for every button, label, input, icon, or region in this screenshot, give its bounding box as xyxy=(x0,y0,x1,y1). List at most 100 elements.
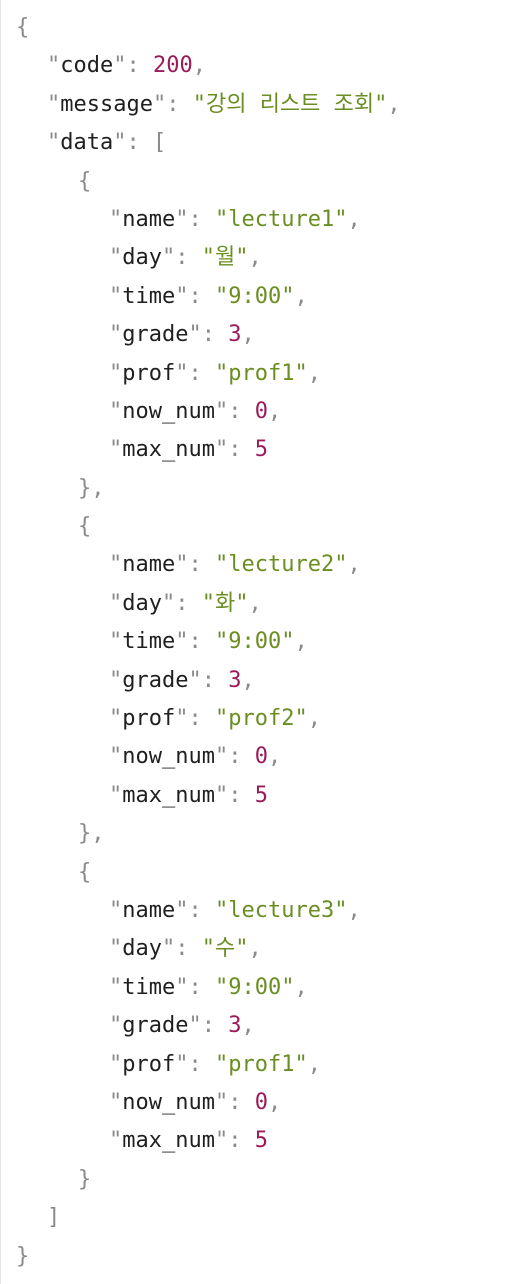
json-key: day xyxy=(122,936,162,962)
open-bracket: [ xyxy=(152,130,167,156)
item-close-line: } xyxy=(16,1161,401,1199)
quote-mark: " xyxy=(47,91,61,117)
field-prof-line: "prof": "prof1", xyxy=(16,355,401,393)
json-key: grade xyxy=(122,667,189,693)
quote-mark: " xyxy=(109,398,123,424)
close-brace: } xyxy=(16,1243,30,1269)
quote-mark: " xyxy=(334,552,348,578)
quote-mark: " xyxy=(109,245,123,271)
colon: : xyxy=(188,897,215,923)
colon: : xyxy=(201,322,229,348)
item-open-line: { xyxy=(16,854,401,892)
json-key: data xyxy=(60,130,114,156)
comma: , xyxy=(294,974,308,1000)
json-key: name xyxy=(122,206,176,232)
quote-mark: " xyxy=(214,437,229,463)
quote-mark: " xyxy=(192,91,206,117)
comma: , xyxy=(347,897,361,923)
quote-mark: " xyxy=(109,1089,123,1115)
field-now-num-line: "now_num": 0, xyxy=(16,1084,401,1122)
field-grade-line: "grade": 3, xyxy=(16,1007,401,1045)
comma: , xyxy=(241,667,255,693)
close-bracket: ] xyxy=(47,1205,61,1231)
json-key: name xyxy=(122,897,176,923)
colon: : xyxy=(175,936,202,962)
colon: : xyxy=(126,53,153,79)
field-time-line: "time": "9:00", xyxy=(16,278,401,316)
quote-mark: " xyxy=(109,706,123,732)
comma: , xyxy=(307,706,321,732)
comma: , xyxy=(294,283,308,309)
quote-mark: " xyxy=(175,206,189,232)
json-number-value: 5 xyxy=(254,782,268,808)
colon: : xyxy=(166,91,193,117)
quote-mark: " xyxy=(109,206,123,232)
quote-mark: " xyxy=(152,91,167,117)
quote-mark: " xyxy=(214,1128,229,1154)
json-number-value: 3 xyxy=(228,1013,242,1039)
quote-mark: " xyxy=(109,437,123,463)
colon: : xyxy=(188,974,215,1000)
comma: , xyxy=(241,1013,255,1039)
comma: , xyxy=(294,629,308,655)
quote-mark: " xyxy=(214,1051,229,1077)
open-brace: { xyxy=(78,168,92,194)
quote-mark: " xyxy=(214,206,229,232)
json-key: time xyxy=(122,283,176,309)
colon: : xyxy=(228,437,255,463)
quote-mark: " xyxy=(162,936,176,962)
json-number-value: 5 xyxy=(254,1128,268,1154)
json-key: prof xyxy=(122,360,176,386)
json-key: name xyxy=(122,552,176,578)
quote-mark: " xyxy=(175,283,189,309)
quote-mark: " xyxy=(47,53,61,79)
json-number-value: 3 xyxy=(228,667,242,693)
json-key: time xyxy=(122,629,176,655)
quote-mark: " xyxy=(109,552,123,578)
quote-mark: " xyxy=(214,1089,229,1115)
json-string-value: 9:00 xyxy=(228,974,282,1000)
comma: , xyxy=(267,398,282,424)
quote-mark: " xyxy=(175,629,189,655)
json-string-value: prof1 xyxy=(228,360,295,386)
json-string-value: lecture3 xyxy=(228,897,335,923)
close-brace: } xyxy=(78,475,92,501)
json-string-value: 9:00 xyxy=(228,283,282,309)
quote-mark: " xyxy=(162,245,176,271)
open-brace: { xyxy=(78,859,92,885)
quote-mark: " xyxy=(201,936,215,962)
quote-mark: " xyxy=(175,552,189,578)
json-viewer: {"code": 200, "message": "강의 리스트 조회", "dat… xyxy=(16,9,401,1276)
field-max-num-line: "max_num": 5 xyxy=(16,1122,401,1160)
root-open-line: { xyxy=(16,9,401,47)
quote-mark: " xyxy=(214,283,229,309)
quote-mark: " xyxy=(201,245,215,271)
json-string-value: lecture2 xyxy=(228,552,335,578)
field-time-line: "time": "9:00", xyxy=(16,969,401,1007)
json-key: grade xyxy=(122,1013,189,1039)
quote-mark: " xyxy=(294,360,308,386)
item-open-line: { xyxy=(16,508,401,546)
quote-mark: " xyxy=(334,206,348,232)
quote-mark: " xyxy=(188,667,202,693)
colon: : xyxy=(228,1089,255,1115)
quote-mark: " xyxy=(374,91,388,117)
field-day-line: "day": "화", xyxy=(16,585,401,623)
json-key: prof xyxy=(122,1051,176,1077)
quote-mark: " xyxy=(334,897,348,923)
colon: : xyxy=(188,552,215,578)
field-prof-line: "prof": "prof2", xyxy=(16,700,401,738)
colon: : xyxy=(228,398,255,424)
field-name-line: "name": "lecture3", xyxy=(16,892,401,930)
open-brace: { xyxy=(16,15,30,40)
comma: , xyxy=(248,245,262,271)
comma: , xyxy=(347,206,361,232)
quote-mark: " xyxy=(109,322,123,348)
colon: : xyxy=(175,590,202,616)
open-brace: { xyxy=(78,514,92,540)
quote-mark: " xyxy=(214,398,229,424)
json-string-value: 화 xyxy=(215,590,236,616)
colon: : xyxy=(126,130,153,156)
quote-mark: " xyxy=(109,1128,123,1154)
json-key: prof xyxy=(122,706,176,732)
